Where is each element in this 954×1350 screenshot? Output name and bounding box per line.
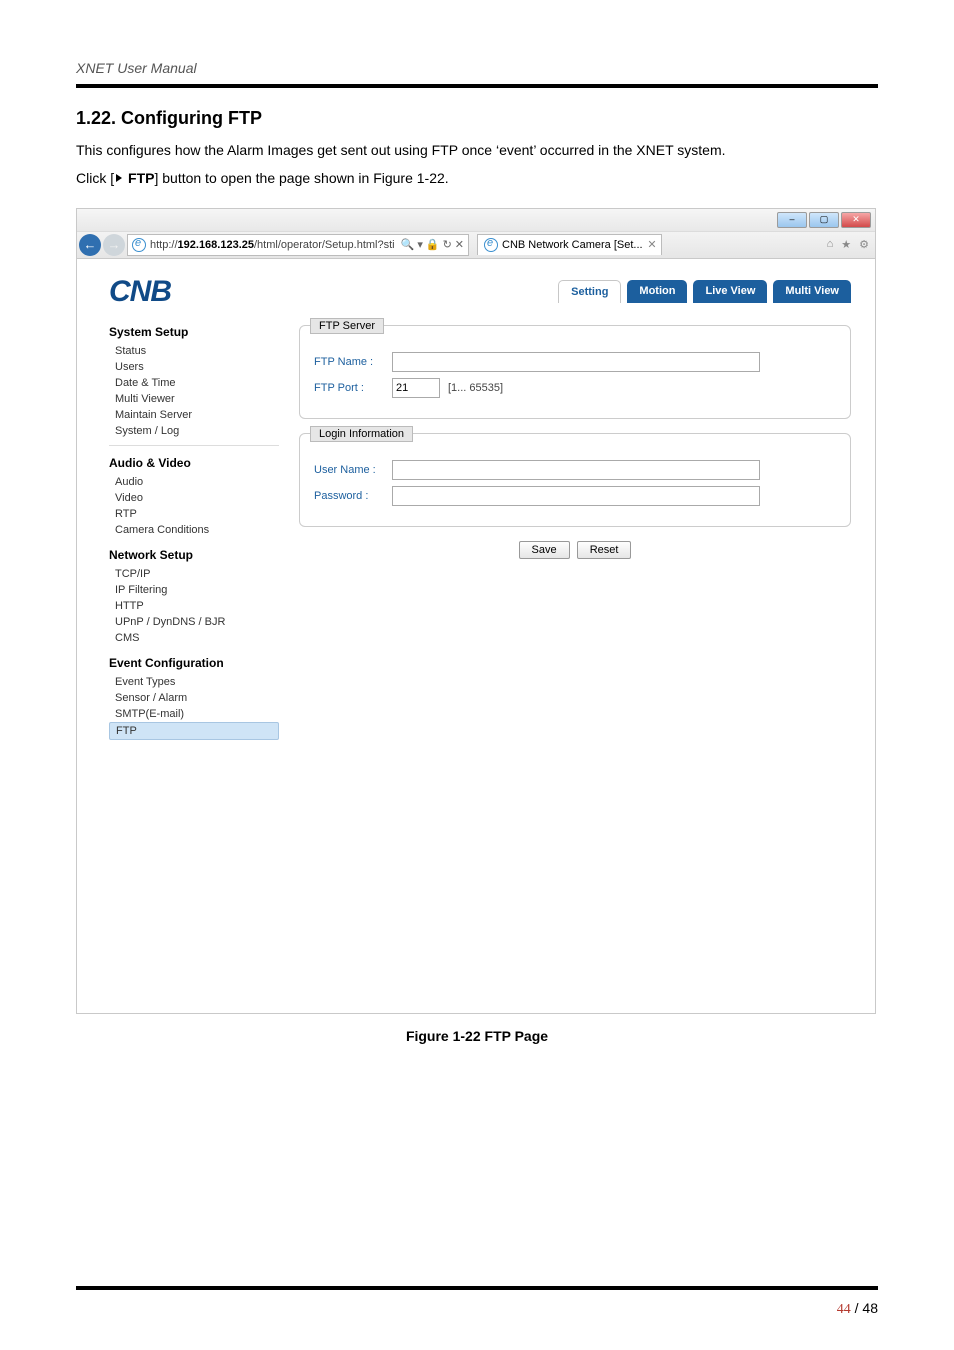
page-number: 44 / 48: [837, 1300, 878, 1318]
cnb-sidebar: System Setup Status Users Date & Time Mu…: [109, 325, 279, 740]
sidebar-item-audio[interactable]: Audio: [109, 474, 279, 490]
sidebar-group-network: Network Setup: [109, 548, 279, 562]
ftp-server-fieldset: FTP Server FTP Name : FTP Port : [1... 6…: [299, 325, 851, 419]
sidebar-item-event-types[interactable]: Event Types: [109, 674, 279, 690]
url-host: 192.168.123.25: [178, 239, 254, 251]
page-sep: /: [851, 1300, 863, 1316]
figure-caption: Figure 1-22 FTP Page: [76, 1028, 878, 1044]
ftp-name-row: FTP Name :: [314, 352, 836, 372]
login-fieldset: Login Information User Name : Password :: [299, 433, 851, 527]
click-label: FTP: [128, 170, 154, 186]
password-label: Password :: [314, 490, 384, 502]
window-titlebar: – ▢ ✕: [77, 209, 875, 232]
cnb-top-tabs: Setting Motion Live View Multi View: [558, 280, 851, 303]
click-instruction: Click [ FTP] button to open the page sho…: [76, 167, 878, 189]
password-input[interactable]: [392, 486, 760, 506]
sidebar-item-multiviewer[interactable]: Multi Viewer: [109, 391, 279, 407]
sidebar-item-cms[interactable]: CMS: [109, 630, 279, 646]
user-input[interactable]: [392, 460, 760, 480]
window-minimize-button[interactable]: –: [777, 212, 807, 228]
sidebar-item-status[interactable]: Status: [109, 343, 279, 359]
running-head: XNET User Manual: [76, 60, 878, 76]
sidebar-item-maintain[interactable]: Maintain Server: [109, 407, 279, 423]
tab-close-icon[interactable]: ✕: [647, 238, 656, 251]
reset-button[interactable]: Reset: [577, 541, 632, 559]
search-icon[interactable]: 🔍: [401, 238, 415, 251]
sidebar-item-rtp[interactable]: RTP: [109, 506, 279, 522]
click-prefix: Click [: [76, 170, 114, 186]
tab-live-view[interactable]: Live View: [693, 280, 767, 303]
sidebar-item-camcond[interactable]: Camera Conditions: [109, 522, 279, 538]
button-row: Save Reset: [299, 541, 851, 559]
tab-strip: CNB Network Camera [Set... ✕: [477, 234, 821, 255]
screenshot-window: – ▢ ✕ ← → http://192.168.123.25/html/ope…: [76, 208, 876, 1014]
header-rule: [76, 84, 878, 88]
sidebar-item-ftp[interactable]: FTP: [109, 722, 279, 740]
save-button[interactable]: Save: [519, 541, 570, 559]
play-triangle-icon: [116, 174, 122, 182]
footer-rule: [76, 1286, 878, 1290]
ftp-port-input[interactable]: [392, 378, 440, 398]
url-prefix: http://: [150, 239, 178, 251]
sidebar-item-tcpip[interactable]: TCP/IP: [109, 566, 279, 582]
cnb-body: System Setup Status Users Date & Time Mu…: [91, 319, 861, 740]
ftp-port-row: FTP Port : [1... 65535]: [314, 378, 836, 398]
browser-tab[interactable]: CNB Network Camera [Set... ✕: [477, 234, 662, 255]
sidebar-item-video[interactable]: Video: [109, 490, 279, 506]
login-legend: Login Information: [310, 426, 413, 442]
tab-ie-icon: [484, 238, 498, 252]
address-controls: 🔍 ▾ 🔒 ↻ ✕: [401, 238, 464, 251]
tab-multi-view[interactable]: Multi View: [773, 280, 851, 303]
browser-toolbar: ← → http://192.168.123.25/html/operator/…: [77, 232, 875, 259]
intro-paragraph: This configures how the Alarm Images get…: [76, 139, 878, 161]
sidebar-item-sensor[interactable]: Sensor / Alarm: [109, 690, 279, 706]
ftp-server-legend: FTP Server: [310, 318, 384, 334]
cnb-header: CNB Setting Motion Live View Multi View: [91, 269, 861, 319]
sidebar-item-syslog[interactable]: System / Log: [109, 423, 279, 439]
address-url: http://192.168.123.25/html/operator/Setu…: [150, 239, 395, 251]
nav-back-button[interactable]: ←: [79, 234, 101, 256]
section-title: 1.22. Configuring FTP: [76, 108, 878, 129]
favorites-icon[interactable]: ★: [841, 238, 851, 251]
page-current: 44: [837, 1302, 851, 1317]
sidebar-item-ipfilter[interactable]: IP Filtering: [109, 582, 279, 598]
cnb-logo: CNB: [109, 275, 171, 309]
tab-motion[interactable]: Motion: [627, 280, 687, 303]
click-suffix: ] button to open the page shown in Figur…: [154, 170, 448, 186]
refresh-icon[interactable]: ↻: [443, 238, 452, 251]
sidebar-item-upnp[interactable]: UPnP / DynDNS / BJR: [109, 614, 279, 630]
cnb-page: CNB Setting Motion Live View Multi View …: [77, 259, 875, 1013]
password-row: Password :: [314, 486, 836, 506]
stop-icon[interactable]: ✕: [455, 238, 464, 251]
sidebar-group-av: Audio & Video: [109, 456, 279, 470]
url-path: /html/operator/Setup.html?sti: [254, 239, 395, 251]
sidebar-group-event: Event Configuration: [109, 656, 279, 670]
nav-forward-button[interactable]: →: [103, 234, 125, 256]
address-bar[interactable]: http://192.168.123.25/html/operator/Setu…: [127, 234, 469, 256]
window-maximize-button[interactable]: ▢: [809, 212, 839, 228]
ftp-name-label: FTP Name :: [314, 356, 384, 368]
window-close-button[interactable]: ✕: [841, 212, 871, 228]
sidebar-item-http[interactable]: HTTP: [109, 598, 279, 614]
sidebar-item-users[interactable]: Users: [109, 359, 279, 375]
tab-setting[interactable]: Setting: [558, 280, 621, 303]
cnb-main: FTP Server FTP Name : FTP Port : [1... 6…: [299, 325, 851, 740]
page-total: 48: [862, 1300, 878, 1316]
home-icon[interactable]: ⌂: [827, 238, 834, 251]
tab-title: CNB Network Camera [Set...: [502, 239, 643, 251]
ftp-port-hint: [1... 65535]: [448, 382, 503, 394]
sidebar-item-datetime[interactable]: Date & Time: [109, 375, 279, 391]
lock-icon: 🔒: [426, 238, 440, 251]
sidebar-item-smtp[interactable]: SMTP(E-mail): [109, 706, 279, 722]
sidebar-group-system: System Setup: [109, 325, 279, 339]
user-row: User Name :: [314, 460, 836, 480]
gear-icon[interactable]: ⚙: [859, 238, 869, 251]
browser-tool-icons: ⌂ ★ ⚙: [823, 238, 873, 251]
user-label: User Name :: [314, 464, 384, 476]
ie-icon: [132, 238, 146, 252]
sidebar-separator: [109, 445, 279, 446]
ftp-port-label: FTP Port :: [314, 382, 384, 394]
dropdown-icon[interactable]: ▾: [417, 238, 423, 251]
ftp-name-input[interactable]: [392, 352, 760, 372]
